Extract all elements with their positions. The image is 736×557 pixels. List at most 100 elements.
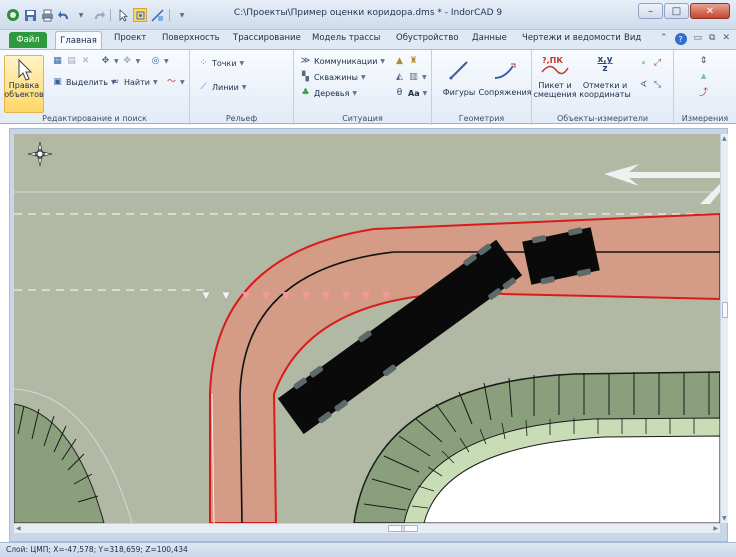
- connections-label: Сопряжения: [478, 88, 532, 97]
- scroll-left-icon[interactable]: ◀: [16, 525, 21, 532]
- group-label-edit-search: Редактирование и поиск: [42, 114, 147, 123]
- group-label-measure-objects: Объекты-измерители: [556, 114, 649, 123]
- restore-doc-icon[interactable]: ⧉: [709, 33, 715, 45]
- distance-icon[interactable]: ⤡: [652, 80, 663, 91]
- find-button[interactable]: ∞ Найти ▼: [110, 77, 158, 88]
- picket-label-1: Пикет и: [538, 81, 572, 90]
- trees-label: Деревья: [314, 89, 350, 98]
- picket-label-2: смещения: [533, 90, 577, 99]
- tab-home[interactable]: Главная: [55, 31, 102, 49]
- angle-icon[interactable]: ∢: [638, 80, 649, 91]
- filter-tool: 〜 ▼: [166, 77, 185, 88]
- arrow-cursor-icon: [18, 59, 33, 81]
- figures-label: Фигуры: [442, 88, 476, 97]
- group-label-measurements: Измерения: [681, 114, 729, 123]
- group-label-situation: Ситуация: [342, 114, 383, 123]
- view-tools: ◎ ▼: [150, 56, 169, 67]
- slope-icon[interactable]: ⸗: [638, 58, 649, 69]
- xy-icon: x,y z: [597, 56, 612, 78]
- theta-icon[interactable]: θ: [394, 88, 405, 99]
- tab-route-model[interactable]: Модель трассы: [312, 33, 380, 43]
- communications-label: Коммуникации: [314, 57, 378, 66]
- buildings-tool: ▲ ♜: [394, 56, 419, 67]
- group-measurements: ⇕ ⩓ ⤴ Измерения: [674, 50, 736, 125]
- tab-project[interactable]: Проект: [114, 33, 146, 43]
- select-objects-button[interactable]: Правка объектов: [4, 55, 44, 113]
- measure-length-tool[interactable]: ⩓: [698, 72, 709, 83]
- ruler-icon: ⇕: [699, 56, 708, 66]
- scroll-down-icon[interactable]: ▼: [722, 515, 727, 522]
- scroll-up-icon[interactable]: ▲: [722, 135, 727, 142]
- vertical-scroll-thumb[interactable]: [722, 302, 728, 318]
- select-label: Выделить: [66, 78, 108, 87]
- group-measure-objects: ?,ПК Пикет и смещения x,y z Отметки и ко…: [532, 50, 674, 125]
- wells-label: Скважины: [314, 73, 358, 82]
- measure-area-tool[interactable]: ⇕: [698, 56, 709, 67]
- object-icon[interactable]: ♜: [408, 56, 419, 67]
- scroll-right-icon[interactable]: ▶: [713, 525, 718, 532]
- points-icon: ⁘: [199, 58, 208, 68]
- signs-tool: ◭ ▥ ▼: [394, 72, 427, 83]
- sign-icon[interactable]: ◭: [394, 72, 405, 83]
- ribbon-tabs: Файл Главная Проект Поверхность Трассиро…: [0, 30, 736, 49]
- window-title: C:\Проекты\Пример оценки коридора.dms * …: [233, 8, 503, 18]
- marks-coordinates-button[interactable]: x,y z Отметки и координаты: [579, 56, 631, 100]
- fence-icon[interactable]: ▥: [408, 72, 419, 83]
- measure-height-tool[interactable]: ⤴: [698, 88, 709, 99]
- delete-icon[interactable]: ✕: [80, 56, 91, 67]
- wells-button[interactable]: ▚ Скважины ▼: [300, 72, 366, 83]
- group-relief: ⁘ Точки ▼ ⟋ Линии ▼ Рельеф: [190, 50, 294, 125]
- copy-icon[interactable]: ▤: [66, 56, 77, 67]
- zoom-icon[interactable]: ◎: [150, 56, 161, 67]
- height-icon: ⤴: [698, 88, 708, 98]
- minimize-doc-icon[interactable]: ▭: [694, 33, 703, 45]
- drawing-canvas[interactable]: [14, 134, 720, 523]
- building-icon[interactable]: ▲: [394, 56, 405, 67]
- status-bar: Слой: ЦМП; X=-47,578; Y=318,659; Z=100,4…: [0, 542, 736, 557]
- curve-icon[interactable]: 〜: [166, 77, 177, 88]
- tab-tracing[interactable]: Трассирование: [233, 33, 301, 43]
- communications-button[interactable]: ≫ Коммуникации ▼: [300, 56, 385, 67]
- trees-button[interactable]: ♣ Деревья ▼: [300, 88, 357, 99]
- help-icon[interactable]: ?: [674, 33, 687, 45]
- collapse-ribbon-icon[interactable]: ⌃: [660, 33, 668, 45]
- maximize-button[interactable]: □: [664, 3, 689, 19]
- connections-button[interactable]: Сопряжения: [479, 58, 532, 97]
- move-icon[interactable]: ✥: [100, 56, 111, 67]
- ribbon: Правка объектов ▦ ▤ ✕ ✥ ▼ ✥ ▼ ◎ ▼ ▣ Выделит…: [0, 49, 736, 125]
- lines-button[interactable]: ⟋ Линии ▼: [198, 82, 246, 93]
- tab-surface[interactable]: Поверхность: [162, 33, 220, 43]
- group-label-geometry: Геометрия: [458, 114, 505, 123]
- tab-data[interactable]: Данные: [472, 33, 507, 43]
- select-button[interactable]: ▣ Выделить ▼: [52, 77, 115, 88]
- select-rect-icon: ▣: [53, 77, 62, 87]
- minimize-button[interactable]: –: [638, 3, 663, 19]
- communications-icon: ≫: [300, 56, 311, 66]
- rotate-icon[interactable]: ✥: [122, 56, 133, 67]
- binoculars-icon: ∞: [111, 77, 120, 87]
- tab-file[interactable]: Файл: [9, 32, 47, 48]
- z-icon-label: z: [602, 64, 608, 74]
- tab-arrangement[interactable]: Обустройство: [396, 33, 459, 43]
- figures-button[interactable]: Фигуры: [438, 58, 480, 97]
- picket-offset-button[interactable]: ?,ПК Пикет и смещения: [533, 56, 577, 99]
- horizontal-scrollbar[interactable]: ◀ ||| ▶: [14, 523, 720, 533]
- select-objects-label-2: объектов: [4, 90, 44, 99]
- group-label-relief: Рельеф: [225, 114, 258, 123]
- offset-icon[interactable]: ⤢: [652, 58, 663, 69]
- close-doc-icon[interactable]: ✕: [722, 33, 730, 45]
- tab-view[interactable]: Вид: [624, 33, 641, 43]
- text-style-label[interactable]: Aa: [408, 89, 420, 98]
- edit-icon[interactable]: ▦: [52, 56, 63, 67]
- points-button[interactable]: ⁘ Точки ▼: [198, 58, 244, 69]
- horizontal-scroll-thumb[interactable]: |||: [388, 525, 418, 532]
- close-button[interactable]: ✕: [690, 3, 730, 19]
- vertical-scrollbar[interactable]: ▲ ▼: [720, 134, 728, 523]
- connections-icon: [494, 63, 516, 79]
- marks-label-1: Отметки и: [582, 81, 628, 90]
- tab-drawings[interactable]: Чертежи и ведомости: [522, 33, 621, 43]
- title-bar: ▼ ▼ C:\Проекты\Пример оценки коридора.dm…: [0, 0, 736, 30]
- text-tool: θ Aa ▼: [394, 88, 427, 99]
- edit-small-tools: ▦ ▤ ✕: [52, 56, 91, 67]
- wells-icon: ▚: [302, 72, 309, 82]
